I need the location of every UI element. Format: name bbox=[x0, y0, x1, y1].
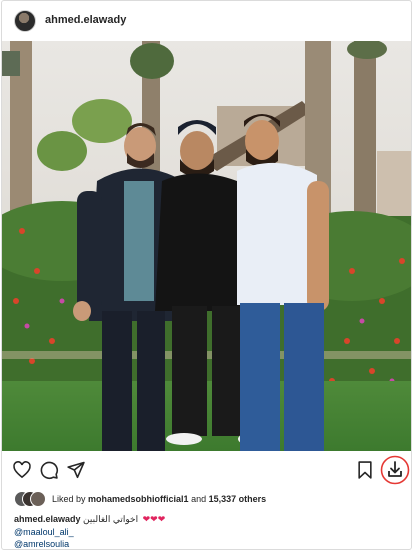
paper-plane-icon[interactable] bbox=[66, 460, 86, 485]
mention-link[interactable]: @maaloul_ali_ bbox=[14, 527, 74, 537]
post-header: ahmed.elawady bbox=[2, 1, 411, 41]
liker-avatar bbox=[30, 491, 46, 507]
likes-text: Liked by mohamedsobhiofficial1 and 15,33… bbox=[52, 494, 266, 504]
post-photo[interactable] bbox=[2, 41, 411, 451]
comment-bubble-icon[interactable] bbox=[39, 460, 59, 485]
post-caption: ahmed.elawady اخواتي الغالبين ❤❤❤ bbox=[14, 514, 165, 525]
mention-link[interactable]: @amrelsoulia bbox=[14, 539, 69, 549]
liker-avatars bbox=[14, 491, 56, 507]
post-actions bbox=[2, 453, 411, 487]
post-card: ahmed.elawady Liked by mohamedsobhioffic… bbox=[1, 0, 412, 550]
likes-prefix: Liked by bbox=[52, 494, 86, 504]
heart-emoji-icon: ❤❤❤ bbox=[142, 514, 166, 524]
heart-outline-icon[interactable] bbox=[12, 460, 32, 485]
liker-username[interactable]: mohamedsobhiofficial1 bbox=[88, 494, 189, 504]
caption-text: اخواتي الغالبين bbox=[83, 514, 139, 524]
caption-username[interactable]: ahmed.elawady bbox=[14, 514, 81, 524]
likes-and: and bbox=[191, 494, 207, 504]
likes-count[interactable]: 15,337 others bbox=[209, 494, 267, 504]
author-avatar[interactable] bbox=[14, 10, 36, 32]
likes-row: Liked by mohamedsobhiofficial1 and 15,33… bbox=[14, 490, 409, 508]
photo-illustration bbox=[2, 41, 411, 451]
author-username[interactable]: ahmed.elawady bbox=[45, 14, 126, 26]
bookmark-icon[interactable] bbox=[355, 460, 375, 485]
download-icon[interactable] bbox=[380, 455, 410, 490]
